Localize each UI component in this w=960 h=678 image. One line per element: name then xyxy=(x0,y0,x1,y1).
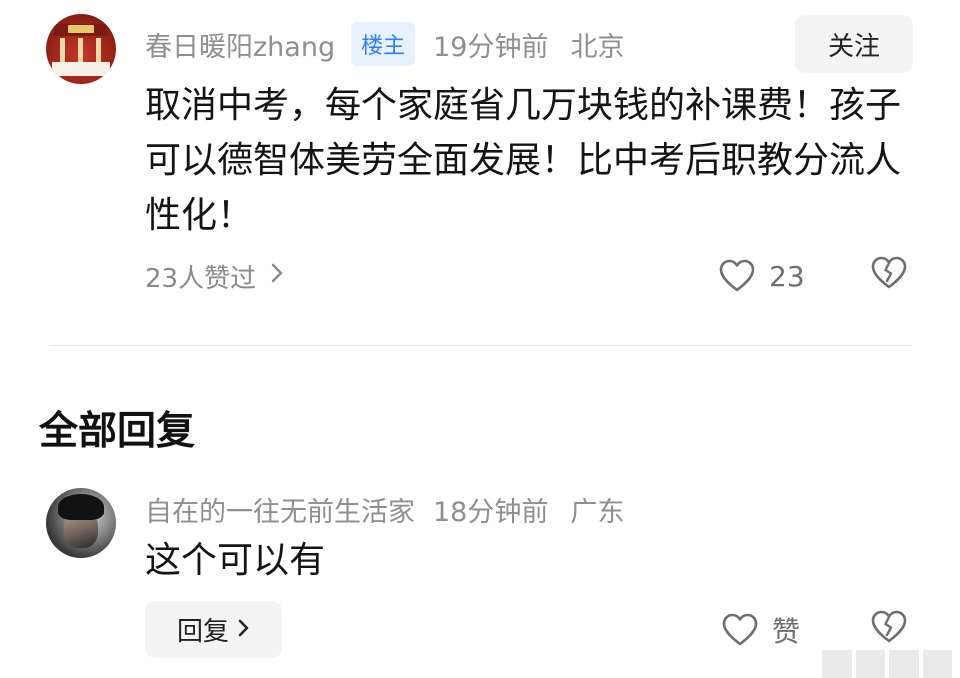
reply-avatar[interactable] xyxy=(46,488,116,558)
heart-outline-icon xyxy=(719,259,755,293)
watermark-block xyxy=(889,650,919,678)
broken-heart-icon[interactable] xyxy=(871,256,907,294)
reply-location: 广东 xyxy=(570,496,625,528)
reply-author-name[interactable]: 自在的一往无前生活家 xyxy=(145,490,415,529)
follow-button[interactable]: 关注 xyxy=(795,15,913,73)
divider xyxy=(50,345,912,346)
chevron-right-icon xyxy=(237,616,250,644)
broken-heart-icon[interactable] xyxy=(871,610,907,648)
avatar-base xyxy=(52,62,110,76)
reply-time: 18分钟前 xyxy=(433,496,549,528)
reply-button[interactable]: 回复 xyxy=(145,601,282,658)
likers-link[interactable]: 23人赞过 xyxy=(145,254,284,298)
post-meta: 春日暖阳zhang 楼主 19分钟前 北京 xyxy=(145,22,624,66)
watermark-block xyxy=(822,650,852,678)
watermark-block xyxy=(922,650,952,678)
avatar-sign xyxy=(68,25,94,33)
like-button[interactable]: 23 xyxy=(719,254,805,298)
section-title: 全部回复 xyxy=(39,409,196,454)
likers-label: 23人赞过 xyxy=(145,263,257,294)
watermark-block xyxy=(855,650,885,678)
avatar-hair xyxy=(58,494,104,520)
watermark-mosaic xyxy=(822,650,952,678)
post-text: 取消中考，每个家庭省几万块钱的补课费！孩子可以德智体美劳全面发展！比中考后职教分… xyxy=(145,85,902,236)
avatar-pillar xyxy=(60,38,65,62)
reply-text: 这个可以有 xyxy=(145,540,326,581)
author-name[interactable]: 春日暖阳zhang xyxy=(145,25,335,64)
avatar-pillar xyxy=(78,38,83,62)
reply-like-label: 赞 xyxy=(772,615,801,648)
reply-like-button[interactable]: 赞 xyxy=(722,608,800,652)
heart-outline-icon xyxy=(722,613,758,647)
chevron-right-icon xyxy=(270,261,284,291)
post-time: 19分钟前 xyxy=(433,31,549,63)
comment-thread: 春日暖阳zhang 楼主 19分钟前 北京 关注 取消中考，每个家庭省几万块钱的… xyxy=(0,0,960,678)
like-count: 23 xyxy=(769,259,805,293)
reply-meta: 自在的一往无前生活家 18分钟前 广东 xyxy=(145,489,624,529)
reply-button-label: 回复 xyxy=(176,617,229,647)
post-location: 北京 xyxy=(570,31,625,63)
op-badge: 楼主 xyxy=(351,22,416,66)
author-avatar[interactable] xyxy=(46,14,116,84)
avatar-pillar xyxy=(96,38,101,62)
